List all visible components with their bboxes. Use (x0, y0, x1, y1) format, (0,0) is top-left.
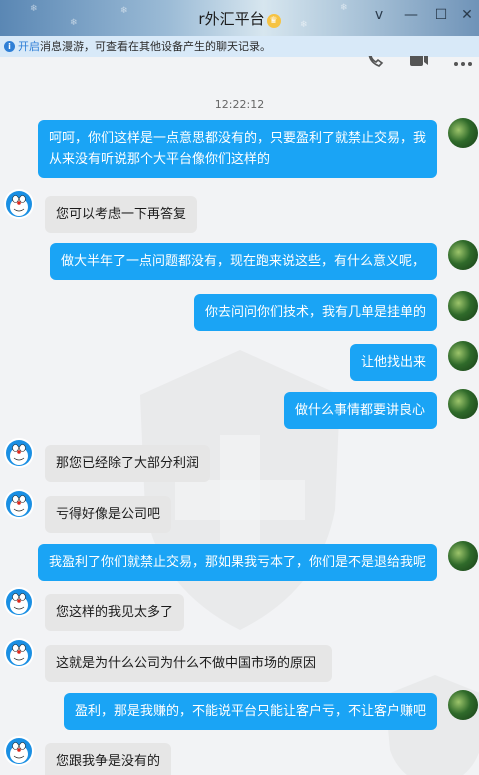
doraemon-avatar-icon[interactable] (4, 489, 34, 519)
doraemon-avatar-icon[interactable] (4, 736, 34, 766)
maximize-button[interactable]: ☐ (432, 7, 450, 23)
message-line: 你去问问你们技术，我有几单是挂单的 (205, 305, 427, 320)
message-line: 您可以考虑一下再答复 (56, 207, 187, 222)
message-bubble-outgoing[interactable]: 盈利，那是我赚的，不能说平台只能让客户亏，不让客户赚吧 (64, 693, 437, 730)
message-line: 做什么事情都要讲良心 (295, 403, 426, 418)
message-timestamp: 12:22:12 (214, 98, 265, 111)
message-bubble-outgoing[interactable]: 做大半年了一点问题都没有，现在跑来说这些，有什么意义呢， (50, 243, 437, 280)
avatar[interactable] (448, 341, 478, 371)
window-title: r外汇平台 (198, 10, 265, 28)
doraemon-avatar-icon[interactable] (4, 638, 34, 668)
message-bubble-incoming[interactable]: 那您已经除了大部分利润 (45, 445, 211, 482)
message-line: 这就是为什么公司为什么不做中国市场的原因 (56, 656, 317, 671)
avatar[interactable] (448, 541, 478, 571)
message-line: 让他找出来 (361, 355, 427, 370)
message-line: 您跟我争是没有的 (56, 754, 161, 769)
doraemon-avatar-icon[interactable] (4, 189, 34, 219)
message-line: 您这样的我见太多了 (56, 605, 174, 620)
message-line: 盈利，那是我赚的，不能说平台只能让客户亏，不让客户赚吧 (75, 704, 427, 719)
message-bubble-incoming[interactable]: 亏得好像是公司吧 (45, 496, 172, 533)
enable-roaming-link[interactable]: 开启 (18, 40, 40, 53)
notice-text: 消息漫游，可查看在其他设备产生的聊天记录。 (40, 40, 271, 53)
title-bar: ❄ ❄ ❄ ❄ ❄ r外汇平台 ♛ v — ☐ ✕ (0, 0, 479, 36)
avatar[interactable] (448, 389, 478, 419)
message-bubble-outgoing[interactable]: 做什么事情都要讲良心 (284, 392, 437, 429)
message-line: 从来没有听说那个大平台像你们这样的 (49, 152, 271, 167)
close-button[interactable]: ✕ (458, 7, 476, 23)
message-bubble-outgoing[interactable]: 呵呵，你们这样是一点意思都没有的，只要盈利了就禁止交易，我 从来没有听说那个大平… (38, 120, 437, 178)
doraemon-avatar-icon[interactable] (4, 587, 34, 617)
message-bubble-outgoing[interactable]: 你去问问你们技术，我有几单是挂单的 (194, 294, 437, 331)
message-bubble-incoming[interactable]: 这就是为什么公司为什么不做中国市场的原因 (45, 645, 332, 682)
avatar[interactable] (448, 240, 478, 270)
phone-icon[interactable] (366, 56, 386, 70)
avatar[interactable] (448, 118, 478, 148)
minimize-button[interactable]: — (402, 7, 420, 23)
info-icon: i (4, 41, 15, 52)
more-icon[interactable] (452, 56, 476, 70)
message-line: 那您已经除了大部分利润 (56, 456, 200, 471)
message-line: 我盈利了你们就禁止交易，那如果我亏本了，你们是不是退给我呢 (49, 555, 427, 570)
message-bubble-outgoing[interactable]: 让他找出来 (350, 344, 437, 381)
message-line: 做大半年了一点问题都没有，现在跑来说这些，有什么意义呢， (61, 254, 426, 269)
avatar[interactable] (448, 291, 478, 321)
screen-share-icon[interactable] (408, 56, 428, 70)
message-line: 亏得好像是公司吧 (56, 507, 161, 522)
message-bubble-outgoing[interactable]: 我盈利了你们就禁止交易，那如果我亏本了，你们是不是退给我呢 (38, 544, 437, 581)
message-bubble-incoming[interactable]: 您可以考虑一下再答复 (45, 196, 198, 233)
message-bubble-incoming[interactable]: 您跟我争是没有的 (45, 743, 172, 775)
vip-crown-icon: ♛ (266, 14, 281, 28)
roaming-notice: i 开启消息漫游，可查看在其他设备产生的聊天记录。 (0, 36, 479, 57)
doraemon-avatar-icon[interactable] (4, 438, 34, 468)
chat-history[interactable]: 12:22:12 呵呵，你们这样是一点意思都没有的，只要盈利了就禁止交易，我 从… (0, 70, 479, 775)
dropdown-button[interactable]: v (370, 7, 388, 23)
message-bubble-incoming[interactable]: 您这样的我见太多了 (45, 594, 185, 631)
avatar[interactable] (448, 690, 478, 720)
message-line: 呵呵，你们这样是一点意思都没有的，只要盈利了就禁止交易，我 (49, 131, 427, 146)
